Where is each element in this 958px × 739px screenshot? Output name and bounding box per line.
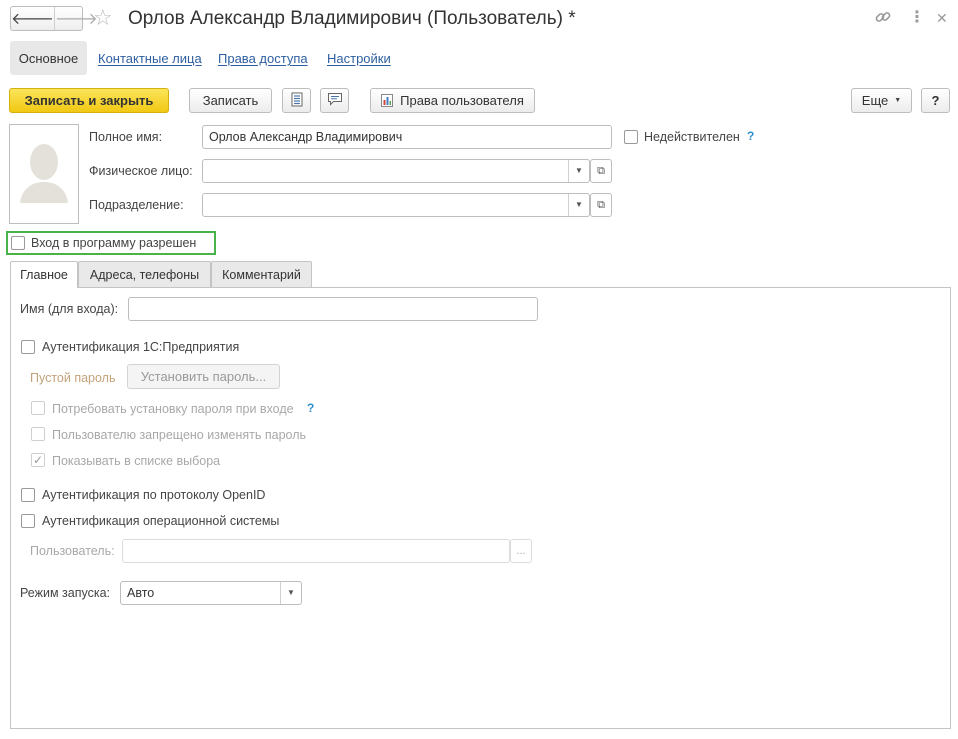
forbid-change-label: Пользователю запрещено изменять пароль	[52, 428, 307, 442]
os-user-label: Пользователь:	[30, 544, 115, 558]
help-button[interactable]: ?	[921, 88, 950, 113]
chevron-down-icon[interactable]: ▼	[280, 582, 301, 604]
os-user-select-button[interactable]: ...	[510, 539, 532, 563]
chevron-down-icon[interactable]: ▼	[568, 194, 589, 216]
show-in-list-label: Показывать в списке выбора	[52, 454, 221, 468]
auth-1c-label: Аутентификация 1С:Предприятия	[42, 340, 240, 354]
history-nav: 🡐 🡒	[10, 6, 98, 31]
auth-os-label: Аутентификация операционной системы	[42, 514, 280, 528]
document-list-button[interactable]	[282, 88, 311, 113]
person-label: Физическое лицо:	[89, 164, 193, 178]
kebab-icon[interactable]: ⋮	[909, 8, 925, 28]
auth-os-checkbox[interactable]	[21, 514, 35, 528]
invalid-label: Недействителен	[644, 130, 740, 144]
launch-mode-value: Авто	[127, 586, 155, 600]
avatar[interactable]	[9, 124, 79, 224]
tab-addresses-phones[interactable]: Адреса, телефоны	[78, 261, 211, 287]
show-in-list-checkbox[interactable]	[31, 453, 45, 467]
full-name-label: Полное имя:	[89, 130, 163, 144]
login-name-input[interactable]	[128, 297, 538, 321]
user-rights-button[interactable]: Права пользователя	[370, 88, 535, 113]
chevron-down-icon: ▼	[894, 97, 902, 104]
require-password-change-checkbox[interactable]	[31, 401, 45, 415]
discussion-button[interactable]	[320, 88, 349, 113]
section-access-link[interactable]: Права доступа	[218, 51, 308, 66]
section-main[interactable]: Основное	[10, 41, 87, 75]
full-name-input[interactable]: Орлов Александр Владимирович	[202, 125, 612, 149]
login-allowed-checkbox[interactable]	[11, 236, 25, 250]
login-name-label: Имя (для входа):	[20, 302, 119, 316]
more-menu-label: Еще	[861, 93, 889, 108]
auth-openid-checkbox[interactable]	[21, 488, 35, 502]
document-icon	[291, 92, 303, 110]
open-person-icon[interactable]: ⧉	[590, 159, 612, 183]
require-password-help-icon[interactable]: ?	[307, 401, 314, 415]
empty-password-label: Пустой пароль	[30, 371, 116, 385]
section-settings-link[interactable]: Настройки	[327, 51, 391, 66]
page-title: Орлов Александр Владимирович (Пользовате…	[128, 8, 576, 29]
forbid-change-checkbox[interactable]	[31, 427, 45, 441]
star-icon[interactable]: ☆	[93, 5, 113, 31]
auth-openid-label: Аутентификация по протоколу OpenID	[42, 488, 266, 502]
invalid-checkbox[interactable]	[624, 130, 638, 144]
user-silhouette-icon	[20, 144, 68, 203]
tab-main[interactable]: Главное	[10, 261, 78, 288]
arrow-right-icon[interactable]: 🡒	[53, 7, 98, 30]
invalid-help-icon[interactable]: ?	[747, 129, 754, 143]
link-icon[interactable]	[874, 8, 892, 32]
chevron-down-icon[interactable]: ▼	[568, 160, 589, 182]
save-and-close-button[interactable]: Записать и закрыть	[9, 88, 169, 113]
report-icon	[381, 94, 394, 107]
os-user-input[interactable]	[122, 539, 510, 563]
save-button[interactable]: Записать	[189, 88, 272, 113]
arrow-left-icon[interactable]: 🡐	[11, 7, 54, 30]
launch-mode-select[interactable]: Авто ▼	[120, 581, 302, 605]
launch-mode-label: Режим запуска:	[20, 586, 110, 600]
comment-icon	[327, 92, 343, 109]
user-rights-label: Права пользователя	[400, 93, 524, 108]
set-password-button[interactable]: Установить пароль...	[127, 364, 280, 389]
section-contacts-link[interactable]: Контактные лица	[98, 51, 202, 66]
require-password-change-label: Потребовать установку пароля при входе	[52, 402, 294, 416]
more-menu-button[interactable]: Еще ▼	[851, 88, 912, 113]
person-select[interactable]: ▼	[202, 159, 590, 183]
close-icon[interactable]: ✕	[936, 8, 948, 28]
open-department-icon[interactable]: ⧉	[590, 193, 612, 217]
department-label: Подразделение:	[89, 198, 184, 212]
tab-comment[interactable]: Комментарий	[211, 261, 312, 287]
department-select[interactable]: ▼	[202, 193, 590, 217]
login-allowed-label: Вход в программу разрешен	[31, 236, 197, 250]
auth-1c-checkbox[interactable]	[21, 340, 35, 354]
